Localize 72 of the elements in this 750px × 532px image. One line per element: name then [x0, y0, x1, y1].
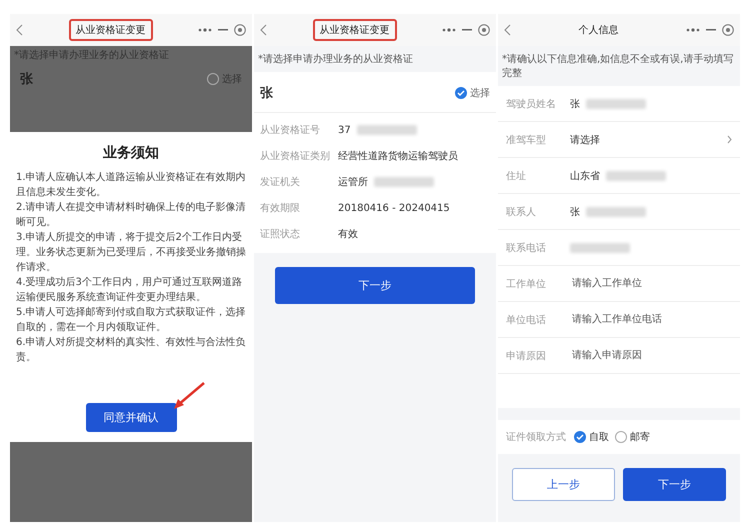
- notice-title: 业务须知: [103, 144, 159, 162]
- input-field[interactable]: 请输入工作单位: [570, 277, 732, 290]
- back-button[interactable]: 上一步: [512, 468, 615, 501]
- select-label: 选择: [470, 86, 490, 100]
- option-radio[interactable]: [574, 431, 586, 443]
- select-radio[interactable]: [455, 87, 467, 99]
- field-value: 张: [570, 98, 580, 110]
- field-label: 发证机关: [260, 176, 301, 189]
- field-label: 证照状态: [260, 228, 301, 241]
- close-icon[interactable]: [234, 24, 246, 36]
- option-radio[interactable]: [615, 431, 627, 443]
- field-label: 申请原因: [506, 350, 547, 362]
- blurred-value: [570, 242, 630, 252]
- notice-item: 2.请申请人在提交申请材料时确保上传的电子影像清晰可见。: [16, 200, 246, 230]
- notice-item: 1.申请人应确认本人道路运输从业资格证在有效期内且信息未发生变化。: [16, 170, 246, 200]
- holder-name: 张: [20, 71, 33, 88]
- select-radio[interactable]: [207, 73, 219, 85]
- page-title: 个人信息: [578, 24, 620, 38]
- check-icon: [457, 89, 465, 97]
- field-label: 联系电话: [506, 242, 547, 254]
- field-value: 37: [338, 124, 351, 136]
- notice-item: 3.申请人所提交的申请，将于提交后2个工作日内受理。业务状态更新为已受理后，不再接受业务撤销操作请求。: [16, 230, 246, 275]
- field-value: 张: [570, 206, 580, 218]
- back-icon[interactable]: [16, 24, 23, 36]
- blurred-value: [374, 177, 434, 187]
- notice-item: 4.受理成功后3个工作日内，用户可通过互联网道路运输便民服务系统查询证件变更办理结果。: [16, 276, 243, 305]
- agree-button[interactable]: 同意并确认: [86, 403, 176, 432]
- field-label: 从业资格证号: [260, 124, 321, 137]
- option-label: 自取: [589, 431, 609, 444]
- field-value: 经营性道路货物运输驾驶员: [338, 150, 458, 163]
- hint-text: *请确认以下信息准确,如信息不全或有误,请手动填写完整: [501, 52, 734, 81]
- input-field[interactable]: 请输入工作单位电话: [570, 313, 732, 326]
- field-label: 单位电话: [506, 314, 547, 326]
- field-label: 工作单位: [506, 278, 547, 290]
- next-button[interactable]: 下一步: [275, 267, 475, 304]
- page-title: 从业资格证变更: [312, 19, 396, 41]
- field-label: 准驾车型: [506, 134, 547, 146]
- chevron-icon: [727, 135, 732, 144]
- field-value: 运管所: [338, 176, 368, 189]
- more-icon[interactable]: [686, 28, 700, 32]
- blurred-value: [606, 170, 666, 180]
- close-icon[interactable]: [722, 24, 734, 36]
- option-label: 邮寄: [630, 430, 650, 444]
- input-field[interactable]: 请输入申请原因: [570, 349, 732, 362]
- more-icon[interactable]: [198, 28, 212, 32]
- notice-item: 5.申请人可选择邮寄到付或自取方式获取证件，选择自取的，需在一个月内领取证件。: [16, 306, 246, 335]
- field-label: 住址: [506, 170, 527, 182]
- notice-item: 6.申请人对所提交材料的真实性、有效性与合法性负责。: [16, 336, 246, 365]
- field-value: 有效: [338, 228, 358, 241]
- blurred-value: [356, 125, 417, 135]
- field-label: 有效期限: [260, 202, 301, 215]
- field-value: 20180416 - 20240415: [338, 202, 450, 214]
- minimize-icon[interactable]: [462, 29, 472, 31]
- field-label: 从业资格证类别: [260, 150, 331, 163]
- field-label: 联系人: [506, 206, 537, 218]
- blurred-value: [586, 98, 646, 108]
- field-label: 证件领取方式: [506, 430, 567, 444]
- more-icon[interactable]: [442, 28, 456, 32]
- field-label: 驾驶员姓名: [506, 98, 557, 110]
- next-button[interactable]: 下一步: [623, 468, 726, 501]
- close-icon[interactable]: [478, 24, 490, 36]
- blurred-value: [586, 206, 646, 216]
- select-field[interactable]: 准驾车型 请选择: [498, 122, 740, 158]
- check-icon: [576, 433, 584, 441]
- holder-name: 张: [260, 85, 273, 102]
- back-icon[interactable]: [260, 24, 267, 36]
- hint-text: *请选择申请办理业务的从业资格证: [257, 52, 414, 67]
- field-value: 山东省: [570, 170, 600, 182]
- minimize-icon[interactable]: [706, 29, 716, 31]
- minimize-icon[interactable]: [218, 29, 228, 31]
- back-icon[interactable]: [504, 24, 511, 36]
- page-title: 从业资格证变更: [68, 19, 152, 41]
